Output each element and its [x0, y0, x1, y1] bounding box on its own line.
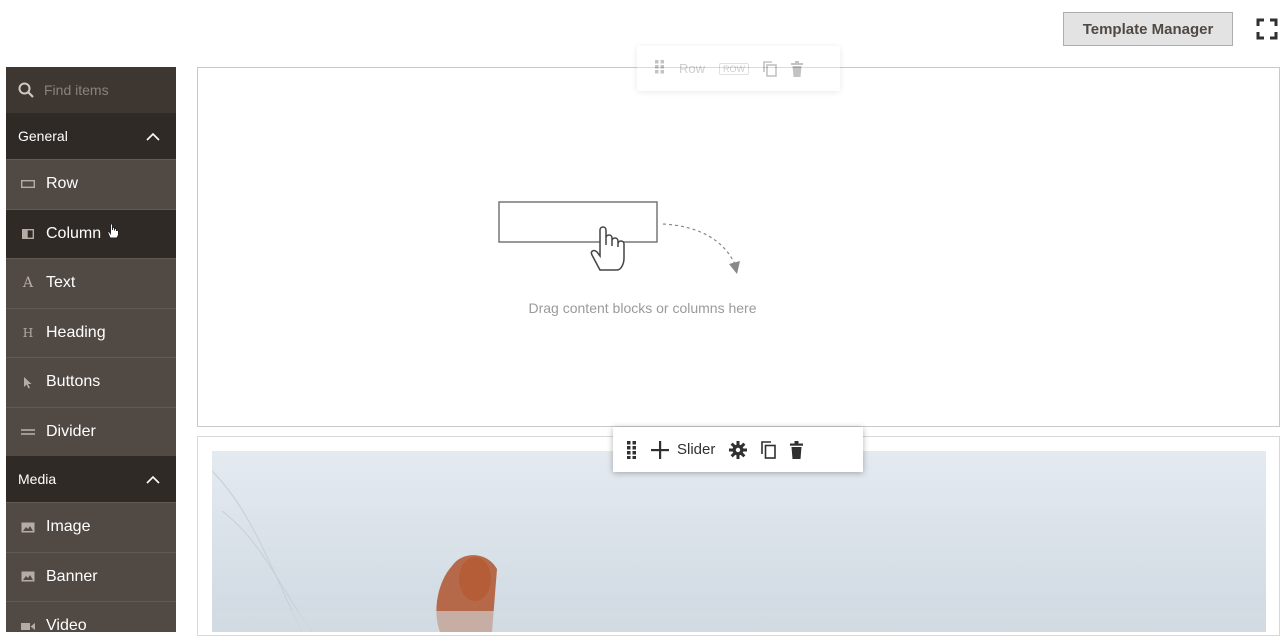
sidebar-item-label: Text	[46, 274, 76, 292]
row-toolbar: Row ROW	[637, 46, 840, 91]
drag-handle-icon[interactable]	[627, 440, 637, 459]
fullscreen-icon[interactable]	[1256, 18, 1278, 40]
sidebar-item-label: Divider	[46, 422, 96, 440]
sidebar-item-label: Buttons	[46, 373, 101, 391]
row-icon	[20, 176, 36, 192]
slide-background-image	[212, 451, 1266, 632]
sidebar-item-label: Heading	[46, 323, 106, 341]
group-general-header[interactable]: General	[6, 113, 176, 159]
video-icon	[20, 618, 36, 632]
image-icon	[20, 519, 36, 535]
content-panel: General Row Column A Text H Heading Butt…	[6, 67, 176, 632]
text-icon: A	[22, 275, 34, 292]
group-general-title: General	[18, 128, 68, 144]
sidebar-item-label: Image	[46, 518, 91, 536]
chevron-up-icon	[146, 132, 160, 141]
sidebar-item-label: Video	[46, 617, 87, 632]
sidebar-item-video[interactable]: Video	[6, 601, 176, 632]
group-media-title: Media	[18, 471, 57, 487]
template-manager-button[interactable]: Template Manager	[1063, 12, 1233, 46]
sidebar-item-label: Banner	[46, 567, 98, 585]
copy-icon[interactable]	[761, 440, 777, 459]
chevron-up-icon	[146, 475, 160, 484]
gear-icon[interactable]	[729, 440, 748, 459]
trash-icon[interactable]	[790, 440, 804, 459]
row-badge: ROW	[719, 62, 750, 75]
heading-icon: H	[22, 325, 34, 340]
search-input[interactable]	[42, 81, 166, 99]
banner-icon	[20, 569, 36, 585]
sidebar-item-banner[interactable]: Banner	[6, 551, 176, 601]
hand-cursor-icon	[107, 223, 120, 239]
sidebar-item-divider[interactable]: Divider	[6, 406, 176, 456]
sidebar-item-column[interactable]: Column	[6, 208, 176, 258]
slider-toolbar: Slider	[613, 427, 863, 472]
column-icon	[20, 226, 36, 242]
search-icon	[18, 82, 34, 98]
divider-icon	[20, 424, 36, 440]
copy-icon[interactable]	[763, 60, 777, 77]
sidebar-item-buttons[interactable]: Buttons	[6, 357, 176, 407]
sidebar-item-label: Column	[46, 224, 102, 242]
sidebar-item-row[interactable]: Row	[6, 159, 176, 209]
drag-handle-icon[interactable]	[655, 59, 665, 78]
sidebar-item-label: Row	[46, 175, 79, 193]
search-box	[6, 67, 176, 113]
drag-illustration-icon	[498, 201, 740, 274]
slide-photo	[212, 451, 1266, 632]
drop-zone-hint: Drag content blocks or columns here	[528, 300, 757, 316]
group-media-header[interactable]: Media	[6, 456, 176, 502]
row-toolbar-label: Row	[679, 61, 706, 76]
add-icon[interactable]	[651, 440, 669, 459]
sidebar-item-image[interactable]: Image	[6, 502, 176, 552]
buttons-icon	[20, 374, 36, 390]
slider-toolbar-label: Slider	[677, 441, 716, 458]
trash-icon[interactable]	[791, 60, 804, 77]
